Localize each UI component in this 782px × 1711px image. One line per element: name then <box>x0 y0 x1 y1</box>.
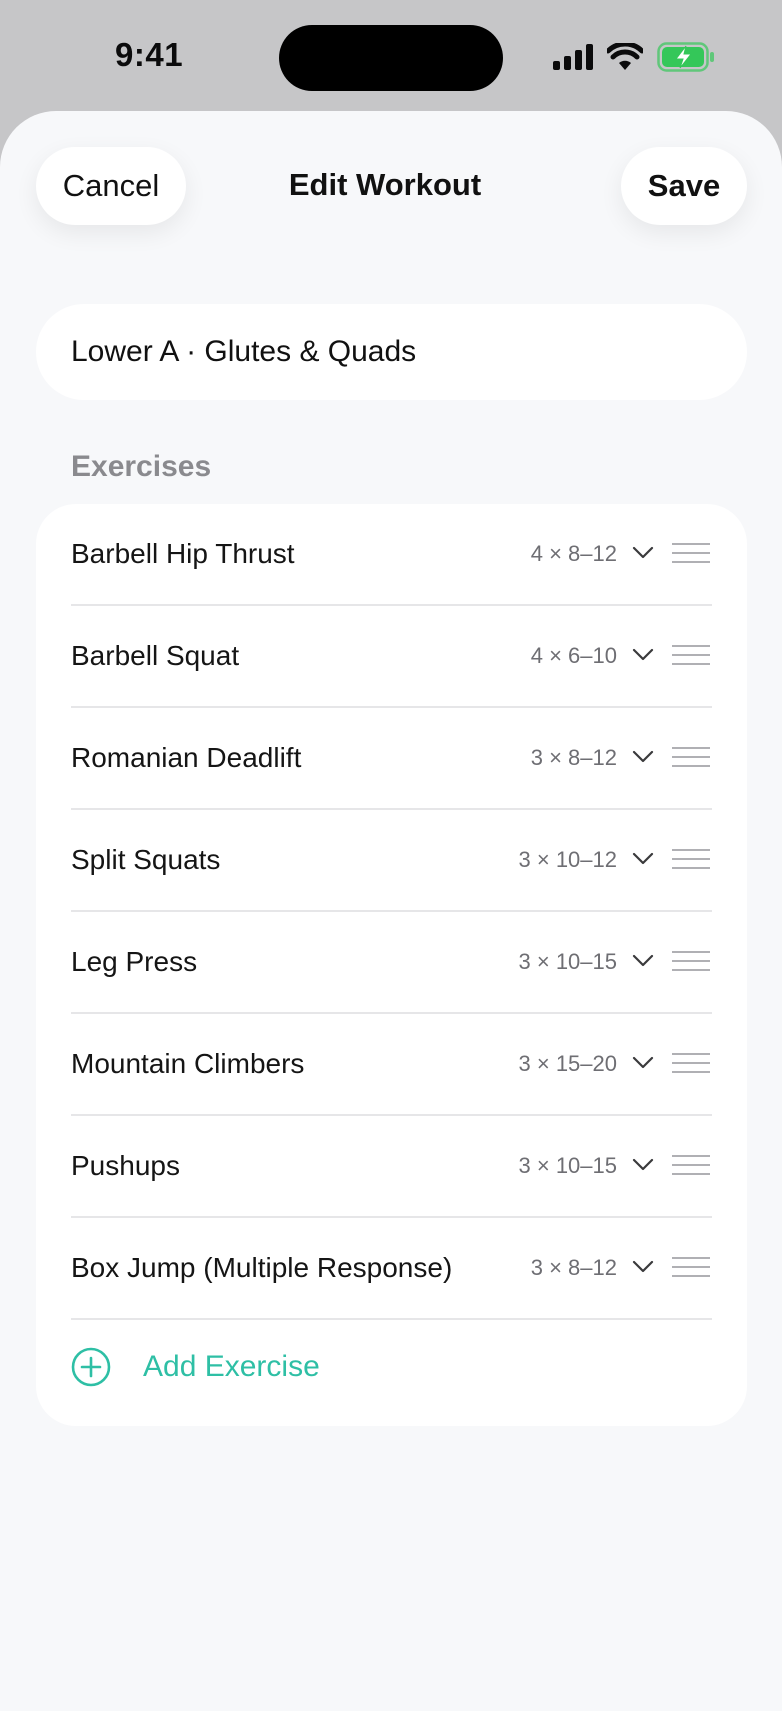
exercise-sets-reps: 3 × 10–15 <box>518 1153 617 1178</box>
chevron-down-icon[interactable] <box>632 1154 654 1176</box>
exercise-name: Box Jump (Multiple Response) <box>71 1252 453 1283</box>
exercise-sets-reps: 3 × 10–15 <box>518 949 617 974</box>
chevron-down-icon[interactable] <box>632 1052 654 1074</box>
exercise-sets-reps: 3 × 10–12 <box>518 847 617 872</box>
drag-handle-icon[interactable] <box>671 1048 711 1078</box>
status-time: 9:41 <box>115 36 184 73</box>
drag-handle-icon[interactable] <box>671 844 711 874</box>
chevron-down-icon[interactable] <box>632 848 654 870</box>
exercise-row[interactable]: Pushups 3 × 10–15 <box>71 1116 712 1218</box>
exercise-name: Mountain Climbers <box>71 1048 305 1079</box>
exercise-sets-reps: 3 × 8–12 <box>530 745 617 770</box>
exercise-row[interactable]: Barbell Hip Thrust 4 × 8–12 <box>71 504 712 606</box>
battery-charging-icon <box>657 42 714 72</box>
chevron-down-icon[interactable] <box>632 644 654 666</box>
workout-name-field[interactable]: Lower A · Glutes & Quads <box>36 304 747 400</box>
exercise-row[interactable]: Barbell Squat 4 × 6–10 <box>71 606 712 708</box>
exercise-row[interactable]: Split Squats 3 × 10–12 <box>71 810 712 912</box>
exercise-name: Barbell Squat <box>71 640 240 671</box>
drag-handle-icon[interactable] <box>671 538 711 568</box>
save-button[interactable]: Save <box>621 147 747 225</box>
drag-handle-icon[interactable] <box>671 640 711 670</box>
wifi-icon <box>607 43 643 70</box>
exercise-row[interactable]: Box Jump (Multiple Response) 3 × 8–12 <box>71 1218 712 1320</box>
edit-workout-sheet: Cancel Edit Workout Save Lower A · Glute… <box>0 111 782 1711</box>
drag-handle-icon[interactable] <box>671 1252 711 1282</box>
exercise-sets-reps: 4 × 8–12 <box>530 541 617 566</box>
chevron-down-icon[interactable] <box>632 1256 654 1278</box>
status-icons <box>553 40 715 74</box>
drag-handle-icon[interactable] <box>671 946 711 976</box>
exercise-name: Leg Press <box>71 946 198 977</box>
chevron-down-icon[interactable] <box>632 746 654 768</box>
dynamic-island <box>279 25 503 91</box>
exercise-sets-reps: 3 × 15–20 <box>518 1051 617 1076</box>
exercise-name: Barbell Hip Thrust <box>71 538 295 569</box>
exercise-row[interactable]: Leg Press 3 × 10–15 <box>71 912 712 1014</box>
status-bar: 9:41 <box>0 0 782 112</box>
chevron-down-icon[interactable] <box>632 542 654 564</box>
chevron-down-icon[interactable] <box>632 950 654 972</box>
exercise-name: Pushups <box>71 1150 180 1181</box>
exercise-list: Barbell Hip Thrust 4 × 8–12 Barbell Squa… <box>36 504 747 1426</box>
workout-name-value: Lower A · Glutes & Quads <box>71 335 417 368</box>
drag-handle-icon[interactable] <box>671 742 711 772</box>
plus-circle-icon <box>71 1347 111 1387</box>
exercise-name: Split Squats <box>71 844 221 875</box>
add-exercise-label: Add Exercise <box>143 1350 320 1383</box>
drag-handle-icon[interactable] <box>671 1150 711 1180</box>
exercise-row[interactable]: Romanian Deadlift 3 × 8–12 <box>71 708 712 810</box>
exercise-sets-reps: 4 × 6–10 <box>530 643 617 668</box>
add-exercise-button[interactable]: Add Exercise <box>71 1322 712 1412</box>
exercise-sets-reps: 3 × 8–12 <box>530 1255 617 1280</box>
exercise-name: Romanian Deadlift <box>71 742 302 773</box>
exercise-row[interactable]: Mountain Climbers 3 × 15–20 <box>71 1014 712 1116</box>
cellular-signal-icon <box>553 44 593 70</box>
exercises-section-label: Exercises <box>71 450 212 483</box>
